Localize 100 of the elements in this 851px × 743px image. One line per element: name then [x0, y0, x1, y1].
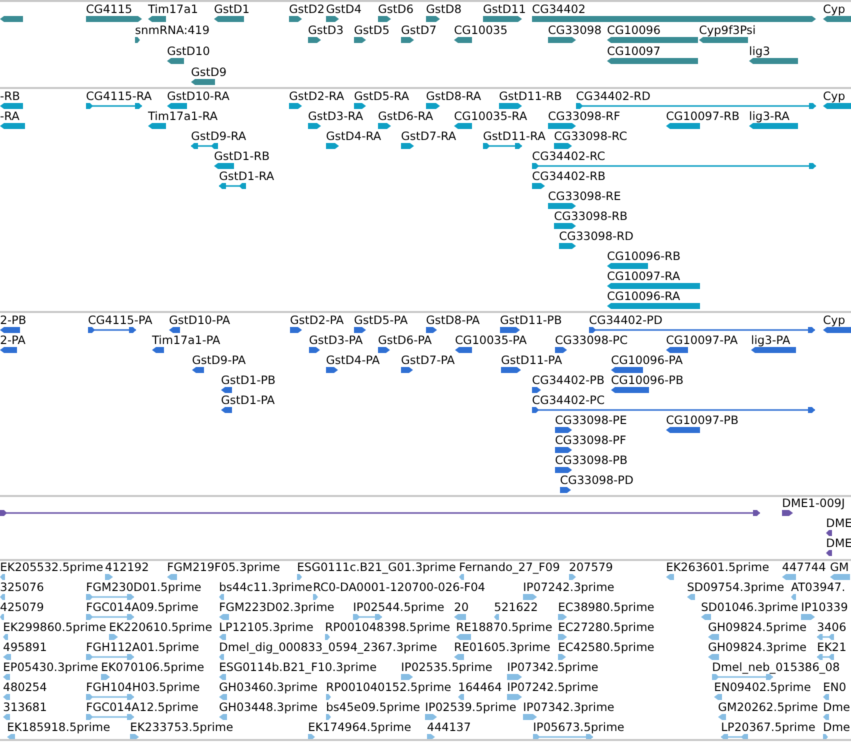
spliced-feature-glyph[interactable]	[589, 327, 815, 333]
feature-glyph[interactable]	[309, 347, 320, 353]
feature-glyph[interactable]	[555, 427, 572, 433]
feature-glyph[interactable]	[354, 37, 366, 43]
feature-glyph[interactable]	[191, 79, 215, 85]
feature-glyph[interactable]	[607, 37, 698, 43]
feature-glyph[interactable]	[532, 387, 541, 393]
spliced-feature-glyph[interactable]	[483, 143, 522, 149]
feature-glyph[interactable]	[426, 327, 437, 333]
feature-glyph[interactable]	[378, 123, 391, 129]
feature-glyph[interactable]	[214, 163, 234, 169]
feature-glyph[interactable]	[501, 367, 521, 373]
feature-glyph[interactable]	[823, 327, 851, 333]
feature-glyph[interactable]	[167, 103, 187, 109]
spliced-feature-glyph[interactable]	[532, 407, 815, 413]
feature-glyph[interactable]	[532, 183, 545, 189]
feature-glyph[interactable]	[192, 367, 204, 373]
feature-glyph[interactable]	[401, 367, 413, 373]
feature-glyph[interactable]	[611, 387, 649, 393]
feature-glyph[interactable]	[0, 16, 23, 22]
feature-label: EK174964.5prime	[308, 721, 412, 733]
feature-glyph[interactable]	[289, 16, 302, 22]
feature-glyph[interactable]	[559, 243, 576, 249]
feature-glyph[interactable]	[426, 103, 440, 109]
feature-glyph[interactable]	[666, 123, 700, 129]
feature-glyph[interactable]	[152, 347, 164, 353]
feature-glyph[interactable]	[607, 58, 698, 64]
feature-glyph[interactable]	[454, 37, 472, 43]
feature-glyph[interactable]	[378, 16, 391, 22]
feature-glyph[interactable]	[560, 487, 571, 493]
feature-glyph[interactable]	[666, 347, 688, 353]
feature-glyph[interactable]	[666, 427, 700, 433]
feature-glyph[interactable]	[483, 16, 522, 22]
feature-label: GstD4	[326, 3, 362, 15]
spliced-feature-glyph[interactable]	[219, 183, 246, 189]
feature-label: 2-PA	[0, 334, 26, 346]
feature-label: Cyp	[823, 314, 846, 326]
feature-glyph[interactable]	[548, 37, 576, 43]
feature-label: GstD6-RA	[378, 110, 434, 122]
feature-label: CG10097-PB	[666, 414, 738, 426]
feature-glyph[interactable]	[826, 530, 832, 536]
spliced-feature-glyph[interactable]	[532, 163, 816, 169]
feature-glyph[interactable]	[326, 16, 339, 22]
feature-glyph[interactable]	[454, 123, 472, 129]
feature-glyph[interactable]	[826, 550, 832, 556]
feature-label: CG10096-RB	[607, 250, 681, 262]
feature-glyph[interactable]	[0, 327, 20, 333]
spliced-feature-glyph[interactable]	[88, 327, 136, 333]
feature-glyph[interactable]	[354, 327, 366, 333]
feature-label: GstD11-PA	[501, 354, 562, 366]
feature-glyph[interactable]	[148, 16, 166, 22]
feature-glyph[interactable]	[455, 347, 472, 353]
feature-glyph[interactable]	[135, 37, 140, 43]
feature-glyph[interactable]	[326, 367, 338, 373]
feature-glyph[interactable]	[221, 387, 232, 393]
feature-glyph[interactable]	[823, 16, 851, 22]
feature-glyph[interactable]	[290, 327, 302, 333]
feature-glyph[interactable]	[611, 367, 643, 373]
feature-glyph[interactable]	[354, 103, 366, 109]
feature-glyph[interactable]	[607, 263, 648, 269]
feature-glyph[interactable]	[401, 37, 414, 43]
feature-glyph[interactable]	[555, 467, 572, 473]
feature-glyph[interactable]	[326, 143, 339, 149]
feature-glyph[interactable]	[751, 347, 796, 353]
feature-glyph[interactable]	[401, 143, 414, 149]
feature-glyph[interactable]	[221, 407, 232, 413]
feature-label: GstD11-RA	[483, 130, 546, 142]
feature-label: AT03947.	[791, 581, 846, 593]
feature-glyph[interactable]	[148, 123, 166, 129]
feature-glyph[interactable]	[554, 223, 576, 229]
spliced-feature-glyph[interactable]	[191, 143, 218, 149]
feature-glyph[interactable]	[289, 103, 302, 109]
feature-glyph[interactable]	[426, 16, 440, 22]
feature-glyph[interactable]	[749, 58, 798, 64]
feature-glyph[interactable]	[548, 123, 576, 129]
feature-glyph[interactable]	[378, 347, 390, 353]
feature-glyph[interactable]	[214, 16, 244, 22]
feature-glyph[interactable]	[699, 37, 748, 43]
spliced-feature-glyph[interactable]	[86, 103, 142, 109]
spliced-feature-glyph[interactable]	[576, 103, 816, 109]
feature-glyph[interactable]	[0, 123, 25, 129]
feature-glyph[interactable]	[555, 347, 567, 353]
feature-glyph[interactable]	[0, 347, 17, 353]
feature-glyph[interactable]	[86, 16, 142, 22]
feature-glyph[interactable]	[823, 103, 851, 109]
feature-glyph[interactable]	[554, 143, 572, 149]
feature-glyph[interactable]	[500, 327, 520, 333]
feature-label: ESG0114b.B21_F10.3prime	[219, 661, 377, 673]
spliced-feature-glyph[interactable]	[0, 510, 760, 516]
feature-label: 521622	[494, 601, 538, 613]
feature-glyph[interactable]	[167, 58, 184, 64]
feature-glyph[interactable]	[555, 447, 572, 453]
feature-glyph[interactable]	[308, 37, 321, 43]
feature-glyph[interactable]	[782, 510, 793, 516]
feature-glyph[interactable]	[0, 103, 23, 109]
feature-glyph[interactable]	[308, 123, 321, 129]
feature-glyph[interactable]	[548, 203, 576, 209]
feature-glyph[interactable]	[169, 327, 180, 333]
feature-glyph[interactable]	[749, 123, 798, 129]
feature-glyph[interactable]	[499, 103, 522, 109]
